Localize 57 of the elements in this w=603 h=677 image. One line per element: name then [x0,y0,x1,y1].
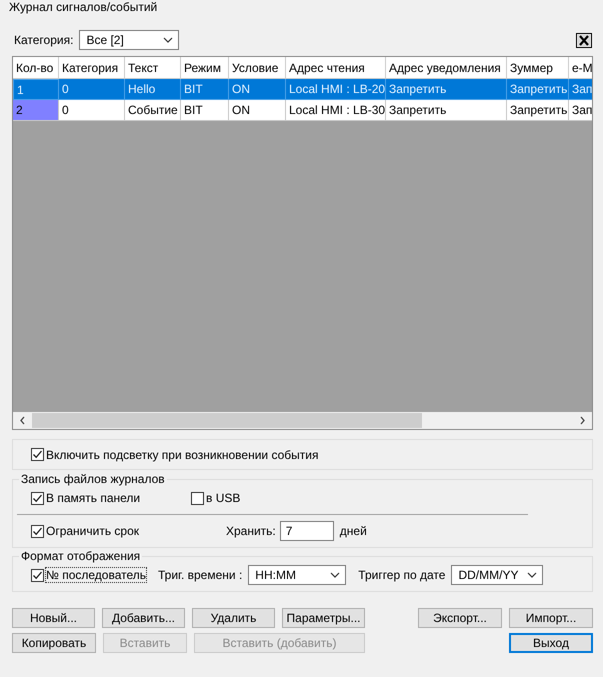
checkbox[interactable] [31,492,44,504]
horizontal-scrollbar[interactable] [13,412,592,429]
dialog-button[interactable]: Выход [509,633,593,653]
column-header[interactable]: Адрес уведомления [386,57,507,79]
dialog-button[interactable]: Экспорт... [418,608,502,628]
scroll-right-icon[interactable] [579,416,586,425]
dialog-button[interactable]: Параметры... [282,608,365,628]
column-header[interactable]: Категория [59,57,125,79]
scroll-left-icon[interactable] [19,416,26,425]
table-cell: Запретить [507,100,569,121]
checkbox[interactable] [31,524,44,538]
date-trigger-label: Триггер по дате [358,568,446,582]
dialog-button[interactable]: Удалить [192,608,275,628]
table-row[interactable]: 1 0 Hello BIT ON Local HMI : LB-20 Запретить Запретить Зап [13,79,592,100]
chevron-icon [163,37,174,43]
checkbox[interactable] [191,492,204,504]
column-header[interactable]: Условие [229,57,286,79]
checkbox-label: в USB [206,491,240,505]
table-cell: 1 [13,79,59,100]
checkbox[interactable] [31,568,44,582]
table-cell: BIT [181,100,229,121]
column-header[interactable]: e-M [569,57,592,79]
column-header[interactable]: Кол-во [13,57,59,79]
keep-days-field[interactable]: 7 [280,521,334,541]
category-dropdown[interactable]: Все [2] [79,30,180,50]
checkbox-label: № последователь [46,568,146,582]
group-title: Формат отображения [20,549,142,563]
close-icon[interactable] [576,32,592,48]
dialog-button[interactable]: Копировать [12,633,96,653]
table-cell: 2 [13,100,59,121]
keep-label: Хранить: [226,524,276,538]
column-header[interactable]: Зуммер [507,57,569,79]
table-row[interactable]: 2 0 Событие BIT ON Local HMI : LB-30 Запретить Запретить Зап [13,100,592,121]
column-header[interactable]: Адрес чтения [286,57,386,79]
days-label: дней [340,524,367,538]
checkbox-label: Ограничить срок [46,524,140,538]
dialog-button[interactable]: Новый... [12,608,95,628]
category-label: Категория: [14,33,74,47]
time-trigger-label: Триг. времени : [158,568,242,582]
table-cell: Local HMI : LB-30 [286,100,386,121]
table-cell: ON [229,100,286,121]
chevron-icon [330,572,340,578]
time-format-dropdown[interactable]: HH:MM [248,565,346,585]
checkbox-label: В память панели [46,491,140,505]
checkbox[interactable] [31,448,44,461]
column-header[interactable]: Текст [125,57,181,79]
column-header[interactable]: Режим [181,57,229,79]
table-cell: Зап [569,100,592,121]
table-cell: Запретить [386,100,507,121]
group-title: Запись файлов журналов [20,472,166,486]
table-cell: Событие [125,100,181,121]
date-format-dropdown[interactable]: DD/MM/YY [451,565,544,585]
window-title: Журнал сигналов/событий [9,0,158,16]
dialog-button[interactable]: Импорт... [509,608,593,628]
dialog-button[interactable]: Добавить... [102,608,185,628]
chevron-icon [527,572,538,578]
table-cell: 0 [59,100,125,121]
